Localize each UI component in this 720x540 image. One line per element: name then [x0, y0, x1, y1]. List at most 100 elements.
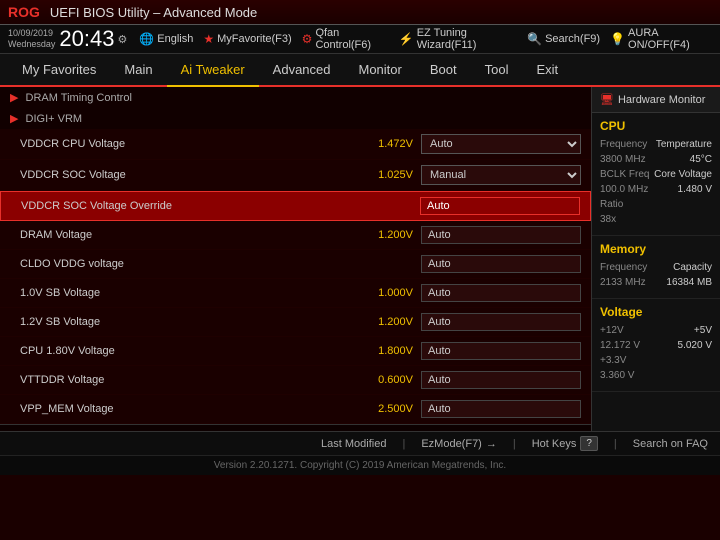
setting-control-1[interactable]: AutoManualOffset: [421, 165, 581, 185]
top-actions: 🌐 English ★ MyFavorite(F3) ⚙ Qfan Contro…: [139, 27, 712, 51]
dram-timing-header[interactable]: ▶ DRAM Timing Control: [0, 87, 591, 108]
hw-row-0-0: FrequencyTemperature: [600, 139, 712, 150]
setting-label-4: CLDO VDDG voltage: [20, 258, 348, 270]
setting-row-9[interactable]: VPP_MEM Voltage2.500VAuto: [0, 395, 591, 424]
setting-control-2[interactable]: Auto: [420, 197, 580, 215]
qfan-label: Qfan Control(F6): [315, 27, 388, 51]
aura-icon: 💡: [610, 32, 625, 46]
setting-value-6: 1.200V: [348, 316, 413, 328]
title-text: UEFI BIOS Utility – Advanced Mode: [50, 5, 257, 20]
nav-item-boot[interactable]: Boot: [416, 54, 471, 85]
setting-row-8[interactable]: VTTDDR Voltage0.600V Auto: [0, 366, 591, 395]
setting-select-0[interactable]: AutoManualOffset: [421, 134, 581, 154]
settings-icon[interactable]: ⚙: [117, 33, 127, 46]
datetime-block: 10/09/2019 Wednesday 20:43 ⚙: [8, 28, 127, 50]
hw-row-1-0: FrequencyCapacity: [600, 262, 712, 273]
hw-row-0-1: 3800 MHz45°C: [600, 154, 712, 165]
faq-item[interactable]: Search on FAQ: [633, 438, 708, 450]
qfan-action[interactable]: ⚙ Qfan Control(F6): [302, 27, 389, 51]
aura-action[interactable]: 💡 AURA ON/OFF(F4): [610, 27, 712, 51]
setting-text-4: Auto: [421, 255, 581, 273]
sep2: |: [513, 438, 516, 450]
fan-icon: ⚙: [302, 32, 313, 46]
monitor-icon: 🖥: [600, 93, 614, 106]
setting-control-4[interactable]: Auto: [421, 255, 581, 273]
footer: Version 2.20.1271. Copyright (C) 2019 Am…: [0, 455, 720, 475]
setting-row-4[interactable]: CLDO VDDG voltage Auto: [0, 250, 591, 279]
setting-value-1: 1.025V: [348, 169, 413, 181]
hw-section-0: CPU FrequencyTemperature 3800 MHz45°C BCLK …: [592, 113, 720, 236]
setting-value-7: 1.800V: [348, 345, 413, 357]
status-bar: Last Modified | EzMode(F7) → | Hot Keys …: [0, 431, 720, 455]
ez-tuning-action[interactable]: ⚡ EZ Tuning Wizard(F11): [399, 27, 517, 51]
setting-control-6[interactable]: Auto: [421, 313, 581, 331]
ezmode-item[interactable]: EzMode(F7) →: [421, 438, 497, 450]
setting-label-1: VDDCR SOC Voltage: [20, 169, 348, 181]
hw-monitor-title: Hardware Monitor: [618, 94, 705, 106]
hw-sections: CPU FrequencyTemperature 3800 MHz45°C BCLK …: [592, 113, 720, 392]
nav-item-advanced[interactable]: Advanced: [259, 54, 345, 85]
setting-text-3: Auto: [421, 226, 581, 244]
nav-item-exit[interactable]: Exit: [522, 54, 572, 85]
nav-item-ai-tweaker[interactable]: Ai Tweaker: [167, 54, 259, 87]
hw-monitor-panel: 🖥 Hardware Monitor CPU FrequencyTemperatu…: [592, 87, 720, 431]
setting-label-2: VDDCR SOC Voltage Override: [21, 200, 347, 212]
hw-row-0-4: Ratio: [600, 199, 712, 210]
hw-row-2-3: 3.360 V: [600, 370, 712, 381]
nav-item-my-favorites[interactable]: My Favorites: [8, 54, 110, 85]
setting-control-0[interactable]: AutoManualOffset: [421, 134, 581, 154]
setting-row-6[interactable]: 1.2V SB Voltage1.200VAuto: [0, 308, 591, 337]
digi-vrm-header[interactable]: ▶ DIGI+ VRM: [0, 108, 591, 129]
hotkeys-item[interactable]: Hot Keys ?: [532, 436, 598, 451]
hw-section-title-2: Voltage: [600, 305, 712, 319]
ezmode-icon: →: [486, 438, 497, 450]
setting-text-7: Auto: [421, 342, 581, 360]
setting-value-8: 0.600V: [348, 374, 413, 386]
hw-row-2-0: +12V+5V: [600, 325, 712, 336]
nav-menu: My FavoritesMainAi TweakerAdvancedMonito…: [0, 54, 720, 87]
setting-value-9: 2.500V: [348, 403, 413, 415]
setting-control-8[interactable]: Auto: [421, 371, 581, 389]
setting-row-1[interactable]: VDDCR SOC Voltage1.025V AutoManualOffset: [0, 160, 591, 191]
setting-select-1[interactable]: AutoManualOffset: [421, 165, 581, 185]
hw-section-2: Voltage+12V+5V12.172 V5.020 V+3.3V3.360 …: [592, 299, 720, 392]
rog-logo: ROG: [8, 4, 40, 20]
hw-row-1-1: 2133 MHz16384 MB: [600, 277, 712, 288]
setting-value-3: 1.200V: [348, 229, 413, 241]
language-label: English: [157, 33, 193, 45]
language-action[interactable]: 🌐 English: [139, 32, 193, 46]
hw-row-0-2: BCLK FreqCore Voltage: [600, 169, 712, 180]
nav-item-tool[interactable]: Tool: [471, 54, 523, 85]
setting-row-0[interactable]: VDDCR CPU Voltage1.472VAutoManualOffset: [0, 129, 591, 160]
clock-display: 20:43: [59, 28, 114, 50]
setting-text-6: Auto: [421, 313, 581, 331]
hw-section-title-0: CPU: [600, 119, 712, 133]
hw-section-title-1: Memory: [600, 242, 712, 256]
hw-section-1: Memory FrequencyCapacity 2133 MHz16384 MB: [592, 236, 720, 299]
last-modified-label: Last Modified: [321, 438, 386, 450]
setting-row-5[interactable]: 1.0V SB Voltage1.000VAuto: [0, 279, 591, 308]
search-action[interactable]: 🔍 Search(F9): [527, 32, 600, 46]
setting-label-8: VTTDDR Voltage: [20, 374, 348, 386]
settings-rows: VDDCR CPU Voltage1.472VAutoManualOffsetV…: [0, 129, 591, 424]
main-content: ▶ DRAM Timing Control ▶ DIGI+ VRM VDDCR …: [0, 87, 720, 431]
nav-item-main[interactable]: Main: [110, 54, 166, 85]
info-bar: 10/09/2019 Wednesday 20:43 ⚙ 🌐 English ★…: [0, 25, 720, 54]
search-label: Search(F9): [545, 33, 600, 45]
setting-control-5[interactable]: Auto: [421, 284, 581, 302]
setting-row-3[interactable]: DRAM Voltage1.200VAuto: [0, 221, 591, 250]
last-modified-item[interactable]: Last Modified: [321, 438, 386, 450]
sep1: |: [402, 438, 405, 450]
setting-row-2[interactable]: VDDCR SOC Voltage Override Auto: [0, 191, 591, 221]
hw-row-2-1: 12.172 V5.020 V: [600, 340, 712, 351]
myfavorite-label: MyFavorite(F3): [217, 33, 292, 45]
setting-control-3[interactable]: Auto: [421, 226, 581, 244]
myfavorite-action[interactable]: ★ MyFavorite(F3): [203, 32, 291, 46]
setting-control-9[interactable]: Auto: [421, 400, 581, 418]
setting-row-7[interactable]: CPU 1.80V Voltage1.800VAuto: [0, 337, 591, 366]
nav-item-monitor[interactable]: Monitor: [345, 54, 416, 85]
search-icon: 🔍: [527, 32, 542, 46]
setting-control-7[interactable]: Auto: [421, 342, 581, 360]
setting-text-8: Auto: [421, 371, 581, 389]
hotkeys-badge: ?: [580, 436, 598, 451]
